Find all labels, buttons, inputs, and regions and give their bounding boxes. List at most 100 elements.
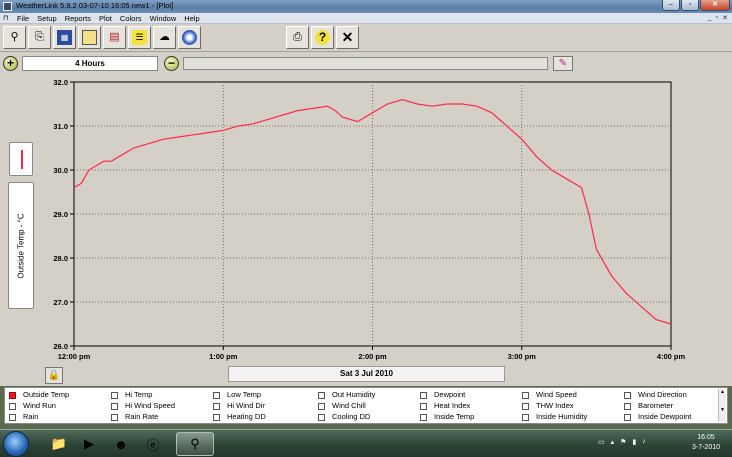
y-tick-labels: 26.0 27.0 28.0 29.0 30.0 31.0 32.0 [53, 78, 74, 351]
plot-area: Outside Temp - °C 26.0 27.0 28.0 29.0 30.0 31… [0, 76, 732, 386]
toolbar: ⚲ ⎘ ▦ ▤ ☰ ☁ ⎙ ? ✕ [0, 24, 732, 52]
help-button[interactable]: ? [311, 26, 334, 49]
network-icon[interactable]: ▮ [632, 438, 636, 446]
menu-file[interactable]: File [17, 13, 29, 24]
menu-reports[interactable]: Reports [65, 13, 91, 24]
window-title: WeatherLink 5.9.2 03-07-10 16:05 new1 - … [16, 1, 174, 10]
weather-station-icon: ⚲ [10, 31, 19, 43]
maximize-button[interactable]: ▫ [681, 0, 699, 11]
browse-button[interactable] [78, 26, 101, 49]
zoom-out-button[interactable]: − [164, 56, 179, 71]
variable-checkbox[interactable] [111, 392, 118, 399]
plot-icon: ▤ [109, 31, 120, 43]
clock[interactable]: 16:05 3-7-2010 [686, 433, 726, 453]
y-tick-label: 27.0 [53, 298, 68, 307]
variable-checkbox[interactable] [624, 392, 631, 399]
document-icon[interactable]: ⊓ [3, 14, 13, 23]
y-tick-label: 29.0 [53, 210, 68, 219]
variable-checkbox[interactable] [318, 392, 325, 399]
system-tray: ▭ ▴ ⚑ ▮ ♪ [598, 438, 646, 446]
bulletin-button[interactable]: ▦ [53, 26, 76, 49]
variable-scrollbar[interactable]: ▲ ▼ [718, 389, 726, 422]
keyboard-icon[interactable]: ▭ [598, 438, 605, 446]
summary-button[interactable]: ☁ [153, 26, 176, 49]
strip-chart-icon: ☰ [132, 30, 147, 45]
time-span-field[interactable]: 4 Hours [22, 56, 158, 71]
folder-icon: 📁 [50, 436, 68, 451]
media-player-icon: ▶ [84, 436, 94, 451]
variable-checkbox[interactable] [9, 392, 16, 399]
download-icon: ⎘ [35, 31, 44, 43]
variable-checkbox[interactable] [624, 414, 631, 421]
variable-label: Inside Temp [434, 412, 475, 421]
plot-button[interactable]: ▤ [103, 26, 126, 49]
date-label: Sat 3 Jul 2010 [228, 366, 505, 382]
menu-colors[interactable]: Colors [120, 13, 142, 24]
doc-close-button[interactable]: ✕ [722, 14, 728, 22]
menu-bar: ⊓ File Setup Reports Plot Colors Window … [0, 13, 732, 24]
menu-window[interactable]: Window [150, 13, 177, 24]
variable-checkbox[interactable] [420, 392, 427, 399]
zoom-in-button[interactable]: + [3, 56, 18, 71]
strip-chart-button[interactable]: ☰ [128, 26, 151, 49]
close-button[interactable]: ✕ [700, 0, 730, 11]
variable-checkbox[interactable] [213, 403, 220, 410]
menu-help[interactable]: Help [184, 13, 199, 24]
taskbar-weatherlink[interactable]: ⚲ [176, 432, 214, 456]
window-controls: – ▫ ✕ [662, 0, 730, 11]
tray-expand-icon[interactable]: ▴ [611, 438, 615, 446]
variable-checkbox[interactable] [213, 392, 220, 399]
time-span-bar: + 4 Hours − ✎ [0, 52, 732, 76]
menu-plot[interactable]: Plot [99, 13, 112, 24]
variable-checkbox[interactable] [213, 414, 220, 421]
minimize-button[interactable]: – [662, 0, 680, 11]
clock-time: 16:05 [697, 434, 715, 441]
zoom-in-icon: + [6, 56, 14, 70]
variable-checkbox[interactable] [624, 403, 631, 410]
download-button[interactable]: ⎘ [28, 26, 51, 49]
messenger-icon: ☻ [114, 436, 128, 452]
x-tick-label: 1:00 pm [209, 352, 238, 361]
variable-checkbox[interactable] [522, 403, 529, 410]
doc-restore-button[interactable]: ▫ [716, 14, 718, 22]
variable-checkbox[interactable] [9, 403, 16, 410]
clear-plot-button[interactable]: ✎ [553, 56, 573, 71]
browse-icon [82, 30, 97, 45]
flag-icon[interactable]: ⚑ [620, 438, 626, 446]
variable-checkbox[interactable] [111, 403, 118, 410]
lock-icon: 🔒 [47, 370, 61, 381]
variable-label: Rain Rate [125, 412, 159, 421]
taskbar-browser[interactable]: ⓔ [134, 432, 172, 456]
variable-checkbox[interactable] [318, 403, 325, 410]
time-scroll-field[interactable] [183, 57, 548, 70]
noaa-button[interactable] [178, 26, 201, 49]
variable-checkbox[interactable] [522, 392, 529, 399]
y-tick-label: 28.0 [53, 254, 68, 263]
app-icon[interactable] [3, 2, 12, 11]
variable-checkbox[interactable] [420, 414, 427, 421]
menu-setup[interactable]: Setup [37, 13, 57, 24]
start-button[interactable] [3, 431, 29, 457]
chart-grid [73, 81, 672, 347]
variable-label: Heating DD [227, 412, 266, 421]
x-tick-label: 4:00 pm [657, 352, 686, 361]
x-tick-label: 3:00 pm [508, 352, 537, 361]
x-tick-label: 2:00 pm [358, 352, 387, 361]
variable-checkbox[interactable] [420, 403, 427, 410]
variable-checkbox[interactable] [522, 414, 529, 421]
variable-checkbox[interactable] [318, 414, 325, 421]
printer-icon: ⎙ [293, 31, 302, 43]
close-plot-button[interactable]: ✕ [336, 26, 359, 49]
taskbar: 📁 ▶ ☻ ⓔ ⚲ ▭ ▴ ⚑ ▮ ♪ 16:05 3-7-2010 [0, 429, 732, 457]
lock-button[interactable]: 🔒 [45, 367, 63, 384]
y-tick-label: 26.0 [53, 342, 68, 351]
weatherlink-icon: ⚲ [190, 436, 200, 451]
doc-minimize-button[interactable]: _ [708, 14, 712, 22]
print-button[interactable]: ⎙ [286, 26, 309, 49]
bulletin-icon: ▦ [57, 30, 72, 45]
clock-date: 3-7-2010 [691, 444, 721, 451]
volume-icon[interactable]: ♪ [642, 438, 646, 446]
weather-station-button[interactable]: ⚲ [3, 26, 26, 49]
variable-checkbox[interactable] [9, 414, 16, 421]
variable-checkbox[interactable] [111, 414, 118, 421]
